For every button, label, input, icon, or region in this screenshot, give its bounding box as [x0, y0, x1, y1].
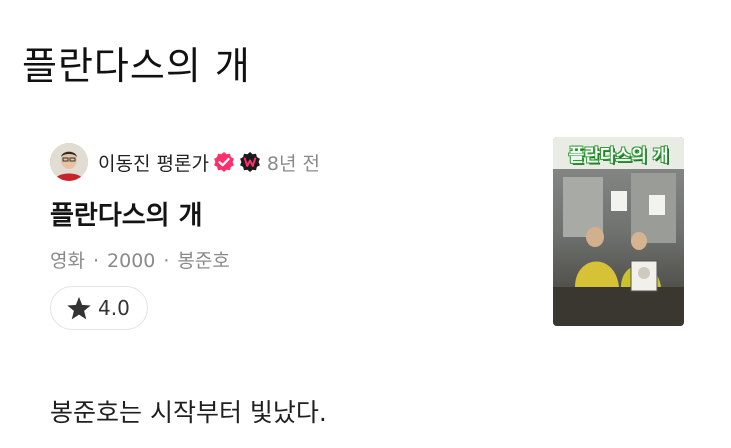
meta-separator: · — [163, 250, 170, 272]
review-text[interactable]: 봉준호는 시작부터 빛났다. — [50, 393, 327, 429]
star-icon — [67, 296, 91, 319]
avatar-portrait-icon — [50, 143, 88, 181]
w-badge-icon — [239, 151, 261, 173]
movie-meta: 영화 · 2000 · 봉준호 — [50, 246, 230, 273]
verified-check-icon — [213, 151, 235, 173]
movie-year: 2000 — [107, 250, 156, 272]
page-title: 플란다스의 개 — [22, 44, 251, 89]
author-name[interactable]: 이동진 평론가 — [98, 149, 209, 176]
author-avatar[interactable] — [50, 143, 88, 181]
time-ago: 8년 전 — [266, 152, 321, 175]
rating-chip: 4.0 — [50, 286, 148, 330]
movie-director: 봉준호 — [177, 250, 230, 272]
rating-value: 4.0 — [98, 296, 130, 320]
movie-title[interactable]: 플란다스의 개 — [50, 195, 203, 232]
movie-category: 영화 — [50, 250, 85, 272]
poster-title: 플란다스의 개 — [568, 146, 669, 166]
movie-poster[interactable]: 플란다스의 개 — [553, 137, 684, 326]
meta-separator: · — [92, 250, 100, 272]
review-card-header: 이동진 평론가 8년 전 — [50, 143, 320, 181]
